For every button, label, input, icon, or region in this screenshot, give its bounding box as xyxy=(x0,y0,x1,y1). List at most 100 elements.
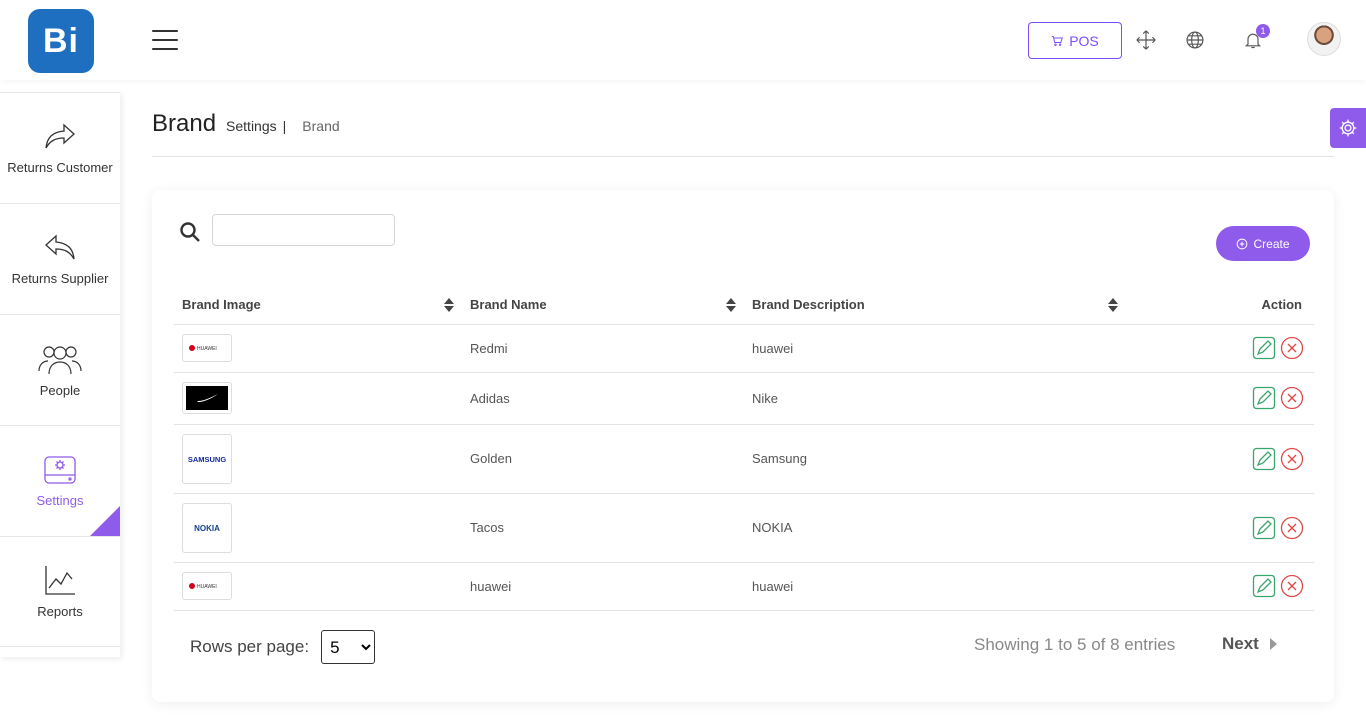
next-label: Next xyxy=(1222,634,1259,653)
breadcrumb-separator: | xyxy=(282,118,287,134)
breadcrumb-parent[interactable]: Settings xyxy=(226,118,277,134)
column-label: Action xyxy=(1261,297,1302,313)
brand-image-cell: SAMSUNG xyxy=(174,424,462,494)
sidebar-item-returns-supplier[interactable]: Returns Supplier xyxy=(0,203,120,314)
sidebar-item-label: Settings xyxy=(36,492,84,508)
brand-logo-samsung: SAMSUNG xyxy=(182,433,232,484)
search-input[interactable] xyxy=(212,214,395,246)
column-header-brand-description[interactable]: Brand Description xyxy=(744,286,1126,325)
edit-icon[interactable] xyxy=(1252,386,1276,410)
table-header-row: Brand Image Brand Name Brand Description… xyxy=(174,286,1314,325)
edit-icon[interactable] xyxy=(1252,336,1276,360)
page-title: Brand xyxy=(152,110,217,137)
brand-description-cell: NOKIA xyxy=(744,493,1126,563)
brand-description-cell: Samsung xyxy=(744,424,1126,494)
brand-logo-huawei: HUAWEI xyxy=(182,572,232,600)
column-header-action: Action xyxy=(1126,286,1314,325)
pos-label: POS xyxy=(1069,32,1099,49)
pagination-info: Showing 1 to 5 of 8 entries xyxy=(974,635,1176,654)
brand-description-cell: huawei xyxy=(744,562,1126,611)
action-cell xyxy=(1126,424,1314,494)
delete-icon[interactable] xyxy=(1280,574,1304,598)
sort-icon[interactable] xyxy=(1108,298,1118,312)
column-header-brand-image[interactable]: Brand Image xyxy=(174,286,462,325)
brand-name-cell: huawei xyxy=(462,562,744,611)
rows-per-page-select[interactable]: 5 xyxy=(321,630,376,664)
cart-icon xyxy=(1051,35,1064,46)
user-avatar[interactable] xyxy=(1307,22,1341,56)
rows-per-page-label: Rows per page: xyxy=(190,637,310,656)
app-logo[interactable]: Bi xyxy=(28,9,94,73)
settings-drive-icon xyxy=(44,455,76,484)
svg-text:HUAWEI: HUAWEI xyxy=(197,346,217,352)
table-row: HUAWEI Redmi huawei xyxy=(174,324,1314,373)
top-header: Bi POS 1 xyxy=(0,0,1366,80)
column-label: Brand Description xyxy=(752,297,865,313)
sidebar-item-settings[interactable]: Settings xyxy=(0,425,120,536)
breadcrumb: Brand Settings | Brand xyxy=(152,110,340,138)
table-row: NOKIA Tacos NOKIA xyxy=(174,493,1314,563)
delete-icon[interactable] xyxy=(1280,386,1304,410)
line-chart-icon xyxy=(45,566,75,595)
delete-icon[interactable] xyxy=(1280,447,1304,471)
brand-logo-nike xyxy=(182,382,232,414)
reply-arrow-icon xyxy=(45,234,75,259)
brand-image-cell: NOKIA xyxy=(174,493,462,563)
table-row: HUAWEI huawei huawei xyxy=(174,562,1314,611)
sidebar: Returns Customer Returns Supplier People… xyxy=(0,92,120,657)
table-row: Adidas Nike xyxy=(174,372,1314,425)
search-icon xyxy=(180,222,200,242)
plus-circle-icon xyxy=(1237,238,1248,249)
gear-icon xyxy=(1339,119,1357,137)
brand-logo-huawei: HUAWEI xyxy=(182,334,232,362)
edit-icon[interactable] xyxy=(1252,447,1276,471)
delete-icon[interactable] xyxy=(1280,336,1304,360)
sidebar-item-label: Reports xyxy=(37,604,83,619)
delete-icon[interactable] xyxy=(1280,516,1304,540)
brand-name-cell: Redmi xyxy=(462,324,744,373)
pos-button[interactable]: POS xyxy=(1028,22,1122,59)
sidebar-item-label: Returns Supplier xyxy=(11,270,109,286)
brand-image-cell: HUAWEI xyxy=(174,562,462,611)
sort-icon[interactable] xyxy=(726,298,736,312)
action-cell xyxy=(1126,372,1314,425)
action-cell xyxy=(1126,324,1314,373)
create-button[interactable]: Create xyxy=(1216,226,1310,261)
globe-icon[interactable] xyxy=(1183,28,1207,52)
sidebar-item-reports[interactable]: Reports xyxy=(0,536,120,647)
sidebar-item-returns-customer[interactable]: Returns Customer xyxy=(0,92,120,203)
column-header-brand-name[interactable]: Brand Name xyxy=(462,286,744,325)
brand-description-cell: huawei xyxy=(744,324,1126,373)
notification-badge: 1 xyxy=(1256,24,1270,38)
edit-icon[interactable] xyxy=(1252,574,1276,598)
svg-text:SAMSUNG: SAMSUNG xyxy=(188,455,227,464)
brand-image-cell xyxy=(174,372,462,425)
brand-description-cell: Nike xyxy=(744,372,1126,425)
share-arrow-icon xyxy=(45,123,75,148)
create-label: Create xyxy=(1253,236,1290,251)
brand-logo-nokia: NOKIA xyxy=(182,502,232,553)
brand-image-cell: HUAWEI xyxy=(174,324,462,373)
breadcrumb-current: Brand xyxy=(302,118,340,134)
chevron-right-icon xyxy=(1269,638,1277,650)
sort-icon[interactable] xyxy=(444,298,454,312)
brand-name-cell: Golden xyxy=(462,424,744,494)
people-icon xyxy=(38,345,82,374)
column-label: Brand Name xyxy=(470,297,547,313)
brand-table: Brand Image Brand Name Brand Description… xyxy=(174,286,1314,611)
next-page-button[interactable]: Next xyxy=(1222,634,1277,654)
menu-toggle-icon[interactable] xyxy=(152,30,178,50)
action-cell xyxy=(1126,562,1314,611)
svg-text:HUAWEI: HUAWEI xyxy=(197,584,217,590)
customizer-gear-button[interactable] xyxy=(1330,108,1366,148)
edit-icon[interactable] xyxy=(1252,516,1276,540)
fullscreen-icon[interactable] xyxy=(1134,28,1158,52)
sidebar-item-people[interactable]: People xyxy=(0,314,120,425)
rows-per-page: Rows per page: 5 xyxy=(190,630,376,664)
sidebar-item-label: Returns Customer xyxy=(7,159,113,175)
column-label: Brand Image xyxy=(182,297,261,313)
title-divider xyxy=(152,156,1334,157)
table-row: SAMSUNG Golden Samsung xyxy=(174,424,1314,494)
svg-text:NOKIA: NOKIA xyxy=(194,524,220,533)
brand-name-cell: Adidas xyxy=(462,372,744,425)
